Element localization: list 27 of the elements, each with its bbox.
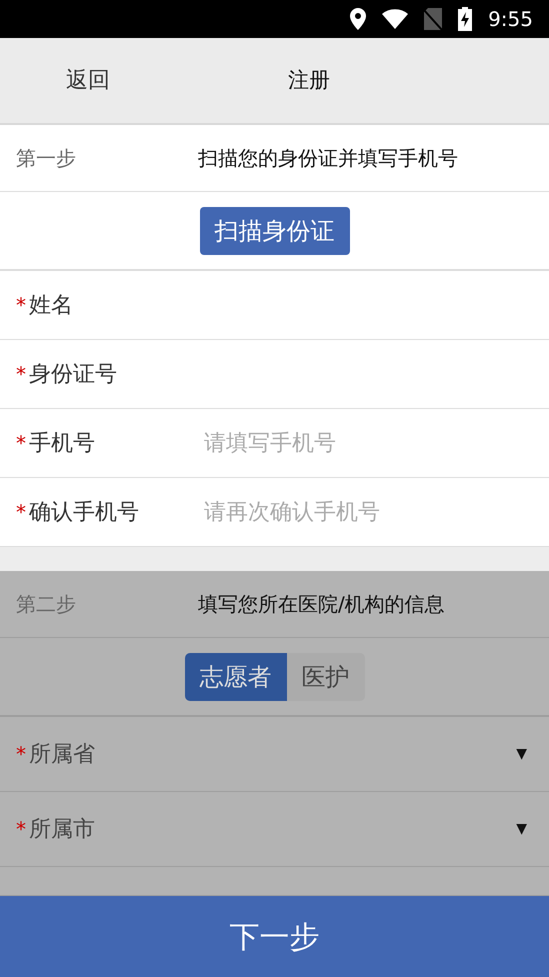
field-label: 姓名 bbox=[29, 292, 74, 320]
wifi-icon bbox=[382, 9, 408, 29]
field-label: 确认手机号 bbox=[29, 498, 140, 526]
required-mark: * bbox=[16, 499, 27, 526]
back-button[interactable]: 返回 bbox=[0, 63, 176, 98]
field-label: 身份证号 bbox=[29, 360, 118, 388]
step-description: 扫描您的身份证并填写手机号 bbox=[198, 145, 458, 172]
field-label: 手机号 bbox=[29, 430, 96, 458]
time-text: 9:55 bbox=[488, 6, 533, 33]
required-mark: * bbox=[16, 292, 27, 319]
required-mark: * bbox=[16, 430, 27, 457]
no-sim-icon bbox=[424, 8, 442, 30]
step-label: 第一步 bbox=[16, 145, 77, 172]
required-mark: * bbox=[16, 816, 27, 843]
next-button[interactable]: 下一步 bbox=[0, 896, 549, 977]
field-label: 所属市 bbox=[29, 816, 96, 844]
required-mark: * bbox=[16, 361, 27, 388]
battery-charging-icon bbox=[458, 7, 472, 31]
step-label: 第二步 bbox=[16, 591, 77, 618]
page-title: 注册 bbox=[288, 66, 330, 94]
step-description: 填写您所在医院/机构的信息 bbox=[198, 591, 445, 618]
location-icon bbox=[350, 8, 366, 30]
required-mark: * bbox=[16, 741, 27, 768]
input-field[interactable]: 请再次确认手机号 bbox=[204, 496, 533, 528]
scan-id-button[interactable]: 扫描身份证 bbox=[200, 206, 350, 254]
field-label: 所属省 bbox=[29, 740, 96, 768]
input-field[interactable]: 请填写手机号 bbox=[204, 426, 533, 460]
